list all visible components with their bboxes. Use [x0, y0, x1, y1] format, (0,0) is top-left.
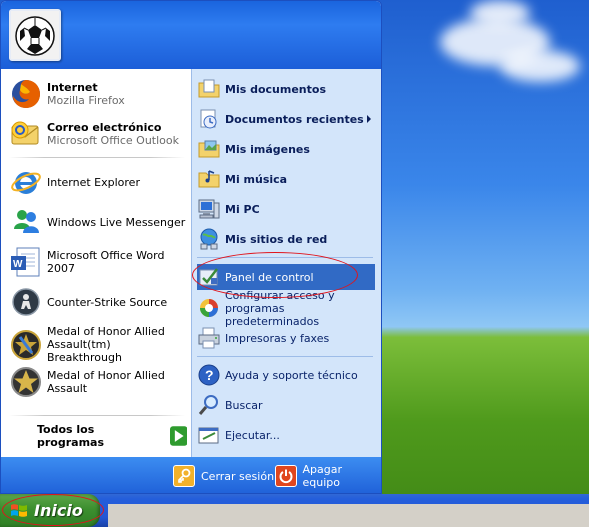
settings-item-impresoras[interactable]: Impresoras y faxes	[197, 325, 375, 351]
windows-logo-icon	[11, 503, 27, 517]
place-item-documentos-recientes[interactable]: Documentos recientes	[197, 106, 375, 132]
start-menu-header	[1, 1, 381, 69]
key-icon	[173, 465, 195, 487]
all-programs-button[interactable]: Todos los programas	[37, 423, 187, 449]
recent-title: Medal of Honor Allied Assault	[47, 369, 165, 395]
start-button[interactable]: Inicio	[0, 494, 100, 527]
settings-separator	[197, 356, 373, 357]
help-item-buscar[interactable]: Buscar	[197, 392, 375, 418]
pictures-folder-icon	[198, 140, 220, 158]
svg-text:?: ?	[205, 367, 214, 383]
help-label: Buscar	[225, 398, 263, 412]
place-label: Mis documentos	[225, 82, 326, 96]
pinned-item-internet[interactable]: Internet Mozilla Firefox	[9, 77, 187, 111]
recent-documents-icon	[200, 109, 217, 129]
firefox-icon	[12, 80, 40, 108]
taskbar-empty-area[interactable]	[108, 504, 589, 527]
shutdown-label: Apagar equipo	[302, 463, 343, 489]
cloud	[500, 50, 580, 82]
word-icon: W	[11, 247, 40, 277]
place-item-mi-musica[interactable]: Mi música	[197, 166, 375, 192]
all-programs-label: Todos los programas	[37, 423, 105, 449]
recent-item-counter-strike[interactable]: Counter-Strike Source	[9, 285, 187, 319]
svg-text:W: W	[13, 259, 23, 270]
pinned-separator	[9, 157, 185, 158]
run-icon	[198, 427, 219, 444]
recent-item-word[interactable]: W Microsoft Office Word 2007	[9, 245, 187, 279]
place-label: Mi PC	[225, 202, 260, 216]
pinned-item-email[interactable]: Correo electrónico Microsoft Office Outl…	[9, 117, 187, 151]
counter-strike-icon	[12, 288, 40, 316]
place-item-mis-sitios-de-red[interactable]: Mis sitios de red	[197, 226, 375, 252]
pinned-title: Internet	[47, 81, 98, 94]
pinned-subtitle: Microsoft Office Outlook	[47, 134, 179, 147]
all-programs-separator	[9, 415, 185, 416]
place-item-mis-imagenes[interactable]: Mis imágenes	[197, 136, 375, 162]
programs-column: Internet Mozilla Firefox Correo electrón…	[1, 69, 191, 457]
place-item-mis-documentos[interactable]: Mis documentos	[197, 76, 375, 102]
pinned-subtitle: Mozilla Firefox	[47, 94, 125, 107]
internet-explorer-icon	[11, 172, 41, 194]
recent-item-medal-allied[interactable]: Medal of Honor Allied Assault	[9, 365, 187, 399]
medal-of-honor-icon	[11, 329, 41, 360]
place-label: Mis sitios de red	[225, 232, 328, 246]
help-item-ejecutar[interactable]: Ejecutar...	[197, 422, 375, 448]
place-label: Mi música	[225, 172, 288, 186]
place-label: Documentos recientes	[225, 112, 364, 126]
printer-icon	[198, 327, 220, 349]
user-avatar[interactable]	[9, 9, 61, 61]
outlook-icon	[11, 121, 39, 145]
control-panel-icon	[199, 268, 218, 286]
network-places-icon	[200, 228, 218, 250]
program-access-icon	[200, 299, 218, 317]
start-button-label: Inicio	[34, 501, 83, 520]
submenu-arrow-icon	[367, 115, 371, 123]
power-icon	[275, 465, 297, 487]
settings-label: Impresoras y faxes	[225, 331, 330, 345]
place-item-mi-pc[interactable]: Mi PC	[197, 196, 375, 222]
settings-item-configurar-acceso[interactable]: Configurar acceso y programas predetermi…	[197, 289, 375, 328]
recent-title: Windows Live Messenger	[47, 215, 186, 229]
places-separator	[197, 257, 373, 258]
cloud	[470, 0, 530, 26]
logoff-button[interactable]: Cerrar sesión	[173, 464, 274, 488]
help-item-ayuda[interactable]: ? Ayuda y soporte técnico	[197, 362, 375, 388]
help-label: Ayuda y soporte técnico	[225, 368, 358, 382]
search-icon	[198, 395, 218, 415]
arrow-right-icon	[169, 426, 187, 446]
messenger-icon	[14, 210, 39, 233]
place-label: Mis imágenes	[225, 142, 310, 156]
recent-item-internet-explorer[interactable]: Internet Explorer	[9, 165, 187, 199]
pinned-title: Correo electrónico	[47, 121, 162, 134]
recent-item-messenger[interactable]: Windows Live Messenger	[9, 205, 187, 239]
settings-item-panel-de-control[interactable]: Panel de control	[197, 264, 375, 290]
recent-item-medal-breakthrough[interactable]: Medal of Honor Allied Assault(tm) Breakt…	[9, 325, 187, 364]
shutdown-button[interactable]: Apagar equipo	[275, 463, 381, 489]
documents-folder-icon	[198, 79, 220, 98]
recent-title: Microsoft Office Word 2007	[47, 249, 165, 275]
recent-title: Medal of Honor Allied Assault(tm) Breakt…	[47, 325, 165, 364]
settings-label: Panel de control	[225, 270, 314, 284]
help-label: Ejecutar...	[225, 428, 280, 442]
music-folder-icon	[198, 170, 220, 188]
logoff-label: Cerrar sesión	[201, 469, 275, 483]
computer-icon	[198, 199, 220, 219]
help-icon: ?	[198, 364, 220, 386]
recent-title: Counter-Strike Source	[47, 295, 168, 309]
soccer-ball-icon	[11, 11, 59, 59]
start-menu: Internet Mozilla Firefox Correo electrón…	[0, 0, 382, 494]
medal-of-honor-icon	[11, 367, 41, 397]
recent-title: Internet Explorer	[47, 175, 140, 189]
settings-label: Configurar acceso y programas predetermi…	[225, 288, 335, 328]
